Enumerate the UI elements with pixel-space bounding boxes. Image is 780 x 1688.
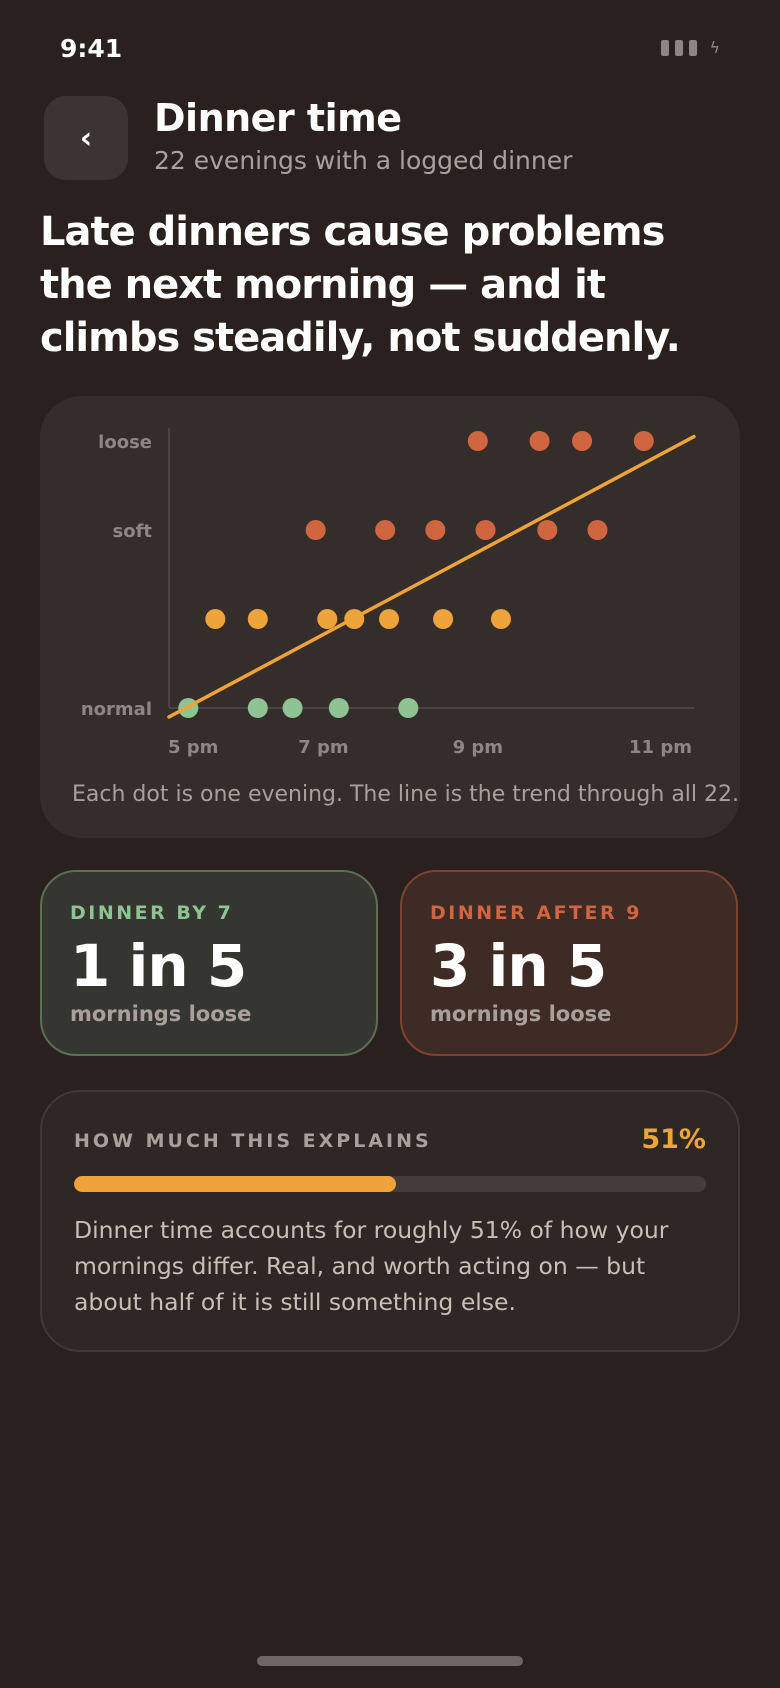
data-point xyxy=(587,520,608,540)
data-point xyxy=(379,609,400,629)
home-indicator[interactable] xyxy=(257,1656,523,1666)
data-point xyxy=(572,431,593,451)
data-point xyxy=(317,609,338,629)
phone-screen: 9:41 ϟ ‹ Dinner time 22 evenings with a … xyxy=(0,0,780,1688)
x-tick-label: 9 pm xyxy=(453,737,503,758)
data-point xyxy=(433,609,454,629)
stat-label: DINNER BY 7 xyxy=(70,902,234,924)
explains-body: Dinner time accounts for roughly 51% of … xyxy=(74,1216,669,1316)
status-icons: ϟ xyxy=(661,40,720,56)
x-tick-label: 7 pm xyxy=(298,737,348,758)
data-point xyxy=(467,431,488,451)
chart-card: normal soft loose 5 pm 7 pm 9 pm 11 pm Each do… xyxy=(40,396,740,838)
stat-caption: mornings loose xyxy=(430,1002,612,1026)
x-tick-label: 5 pm xyxy=(168,737,218,758)
data-point xyxy=(490,609,511,629)
progress-fill xyxy=(74,1176,397,1192)
data-point xyxy=(282,698,303,718)
signal-icon xyxy=(689,40,698,56)
explains-card: HOW MUCH THIS EXPLAINS 51% Dinner time a… xyxy=(40,1090,740,1352)
progress-track xyxy=(74,1176,706,1192)
page-title: Dinner time xyxy=(154,96,402,140)
data-point xyxy=(247,698,268,718)
data-point xyxy=(529,431,550,451)
data-point xyxy=(328,698,349,718)
data-point xyxy=(537,520,558,540)
battery-charging-icon: ϟ xyxy=(709,38,720,57)
y-tick-label: soft xyxy=(112,521,152,542)
data-point xyxy=(425,520,446,540)
y-tick-label: loose xyxy=(98,432,152,453)
data-point xyxy=(205,609,226,629)
stat-value: 1 in 5 xyxy=(70,932,247,1000)
page-subtitle: 22 evenings with a logged dinner xyxy=(154,146,573,175)
signal-icon xyxy=(675,40,684,56)
signal-icon xyxy=(661,40,670,56)
data-point xyxy=(633,431,654,451)
scatter-chart: normal soft loose 5 pm 7 pm 9 pm 11 pm xyxy=(81,428,696,758)
back-button[interactable]: ‹ xyxy=(44,96,128,180)
data-point xyxy=(398,698,419,718)
stat-label: DINNER AFTER 9 xyxy=(430,902,642,924)
stat-caption: mornings loose xyxy=(70,1002,252,1026)
stat-card-late: DINNER AFTER 9 3 in 5 mornings loose xyxy=(400,870,738,1056)
explains-percent: 51% xyxy=(641,1124,706,1155)
data-point xyxy=(305,520,326,540)
data-point xyxy=(375,520,396,540)
insight-headline: Late dinners cause problems the next mor… xyxy=(40,209,681,361)
trend-line xyxy=(167,434,696,719)
stat-value: 3 in 5 xyxy=(430,932,607,1000)
explains-label: HOW MUCH THIS EXPLAINS xyxy=(74,1130,432,1152)
chevron-left-icon: ‹ xyxy=(79,120,93,156)
data-point xyxy=(475,520,496,540)
y-tick-label: normal xyxy=(81,699,152,720)
x-tick-label: 11 pm xyxy=(629,737,692,758)
stat-card-early: DINNER BY 7 1 in 5 mornings loose xyxy=(40,870,378,1056)
status-time: 9:41 xyxy=(60,34,123,63)
data-point xyxy=(247,609,268,629)
chart-caption: Each dot is one evening. The line is the… xyxy=(72,782,740,807)
